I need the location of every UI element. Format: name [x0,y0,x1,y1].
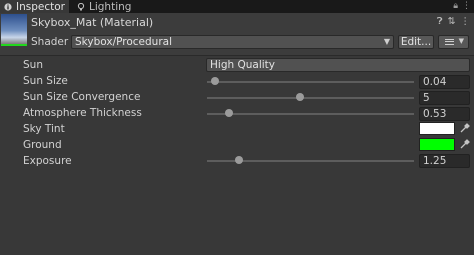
edit-shader-button[interactable]: Edit... [398,35,434,49]
lightbulb-icon [77,2,85,10]
material-preview-thumbnail [1,14,27,44]
exposure-label: Exposure [23,155,72,167]
sun-size-slider-track[interactable] [207,81,414,83]
tab-inspector-label: Inspector [16,0,65,13]
header-icons: ❓︎ ⇅ ⋮ [437,16,470,27]
sun-size-convergence-field[interactable]: 5 [419,91,470,105]
atmosphere-thickness-slider-thumb[interactable] [224,109,233,117]
preset-icon[interactable]: ⇅ [448,16,456,27]
shader-menu-button[interactable]: ▼ [438,35,469,49]
material-title: Skybox_Mat (Material) [31,16,154,29]
eyedropper-icon[interactable] [459,139,470,150]
eyedropper-icon[interactable] [459,123,470,134]
tab-inspector[interactable]: Inspector [0,0,69,13]
tab-lighting-label: Lighting [89,0,132,13]
sun-label: Sun [23,59,43,71]
exposure-slider-thumb[interactable] [235,156,244,164]
more-options-icon[interactable]: ⋮ [462,1,471,11]
window-controls: 🔒︎ ⋮ [453,1,471,11]
exposure-field[interactable]: 1.25 [419,154,470,168]
sun-size-convergence-slider-thumb[interactable] [296,93,305,101]
material-preview-underline [1,44,27,46]
sun-size-convergence-slider-track[interactable] [207,97,414,99]
list-icon [445,39,454,45]
ground-label: Ground [23,139,62,151]
shader-label: Shader [31,36,69,48]
sun-size-convergence-label: Sun Size Convergence [23,91,141,103]
sky-tint-label: Sky Tint [23,123,65,135]
atmosphere-thickness-slider-track[interactable] [207,113,414,115]
lock-icon[interactable]: 🔒︎ [453,1,458,11]
material-header: Skybox_Mat (Material) ❓︎ ⇅ ⋮ Shader Skyb… [0,13,474,56]
atmosphere-thickness-field[interactable]: 0.53 [419,107,470,121]
sun-quality-dropdown[interactable]: High Quality [206,58,470,72]
tab-bar: Inspector Lighting 🔒︎ ⋮ [0,0,474,13]
sun-size-slider-thumb[interactable] [211,77,220,85]
atmosphere-thickness-label: Atmosphere Thickness [23,107,142,119]
sun-quality-value: High Quality [210,59,275,71]
info-icon [4,2,12,11]
ground-color-swatch[interactable] [419,138,455,151]
shader-value: Skybox/Procedural [75,36,172,48]
shader-dropdown[interactable]: Skybox/Procedural ▼ [71,35,394,49]
chevron-down-icon: ▼ [458,37,464,45]
sky-tint-color-swatch[interactable] [419,122,455,135]
tab-lighting[interactable]: Lighting [77,0,131,13]
sun-size-label: Sun Size [23,75,68,87]
settings-menu-icon[interactable]: ⋮ [461,16,471,27]
sun-size-field[interactable]: 0.04 [419,75,470,89]
help-icon[interactable]: ❓︎ [437,16,443,27]
chevron-down-icon: ▼ [383,37,390,46]
